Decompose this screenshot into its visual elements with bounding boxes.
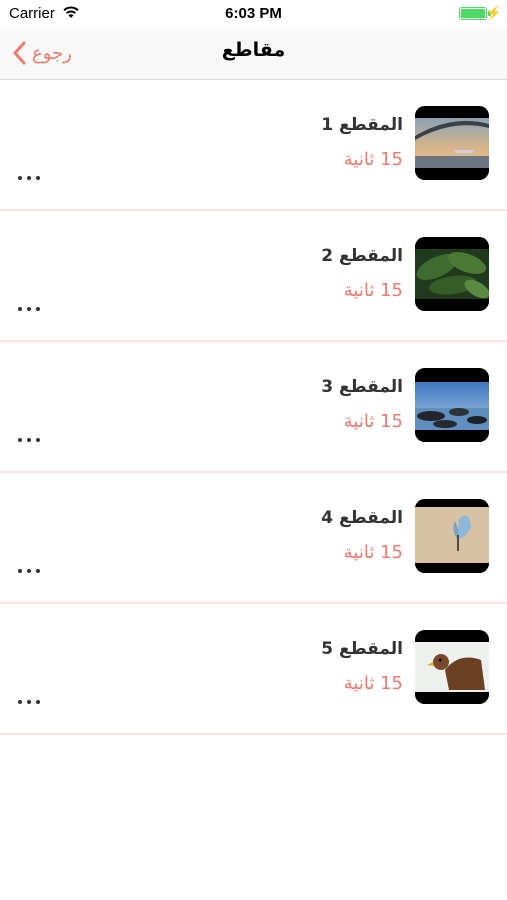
list-item[interactable]: المقطع 4 15 ثانية xyxy=(0,473,507,604)
clip-list: المقطع 1 15 ثانية المقطع 2 15 ثانية المق… xyxy=(0,80,507,735)
more-options-button[interactable] xyxy=(18,172,40,184)
clip-thumbnail xyxy=(415,630,489,704)
clip-title: المقطع 5 xyxy=(321,639,403,659)
clip-thumbnail xyxy=(415,237,489,311)
clip-thumbnail xyxy=(415,106,489,180)
more-options-button[interactable] xyxy=(18,303,40,315)
list-item[interactable]: المقطع 3 15 ثانية xyxy=(0,342,507,473)
status-bar: Carrier 6:03 PM ⚡ xyxy=(0,0,507,28)
list-item[interactable]: المقطع 2 15 ثانية xyxy=(0,211,507,342)
clip-thumbnail xyxy=(415,368,489,442)
clip-duration: 15 ثانية xyxy=(343,411,403,432)
battery-icon xyxy=(459,7,487,20)
more-options-button[interactable] xyxy=(18,434,40,446)
more-options-button[interactable] xyxy=(18,565,40,577)
list-item[interactable]: المقطع 5 15 ثانية xyxy=(0,604,507,735)
clip-title: المقطع 1 xyxy=(321,115,403,135)
clip-title: المقطع 2 xyxy=(321,246,403,266)
clip-duration: 15 ثانية xyxy=(343,542,403,563)
clip-duration: 15 ثانية xyxy=(343,673,403,694)
clip-duration: 15 ثانية xyxy=(343,149,403,170)
clip-title: المقطع 4 xyxy=(321,508,403,528)
charging-bolt-icon: ⚡ xyxy=(485,5,502,20)
clip-thumbnail xyxy=(415,499,489,573)
page-title: مقاطع xyxy=(221,39,286,61)
list-item[interactable]: المقطع 1 15 ثانية xyxy=(0,80,507,211)
clip-title: المقطع 3 xyxy=(321,377,403,397)
clock: 6:03 PM xyxy=(225,5,282,22)
more-options-button[interactable] xyxy=(18,696,40,708)
clip-duration: 15 ثانية xyxy=(343,280,403,301)
navigation-bar: رجوع مقاطع xyxy=(0,28,507,80)
